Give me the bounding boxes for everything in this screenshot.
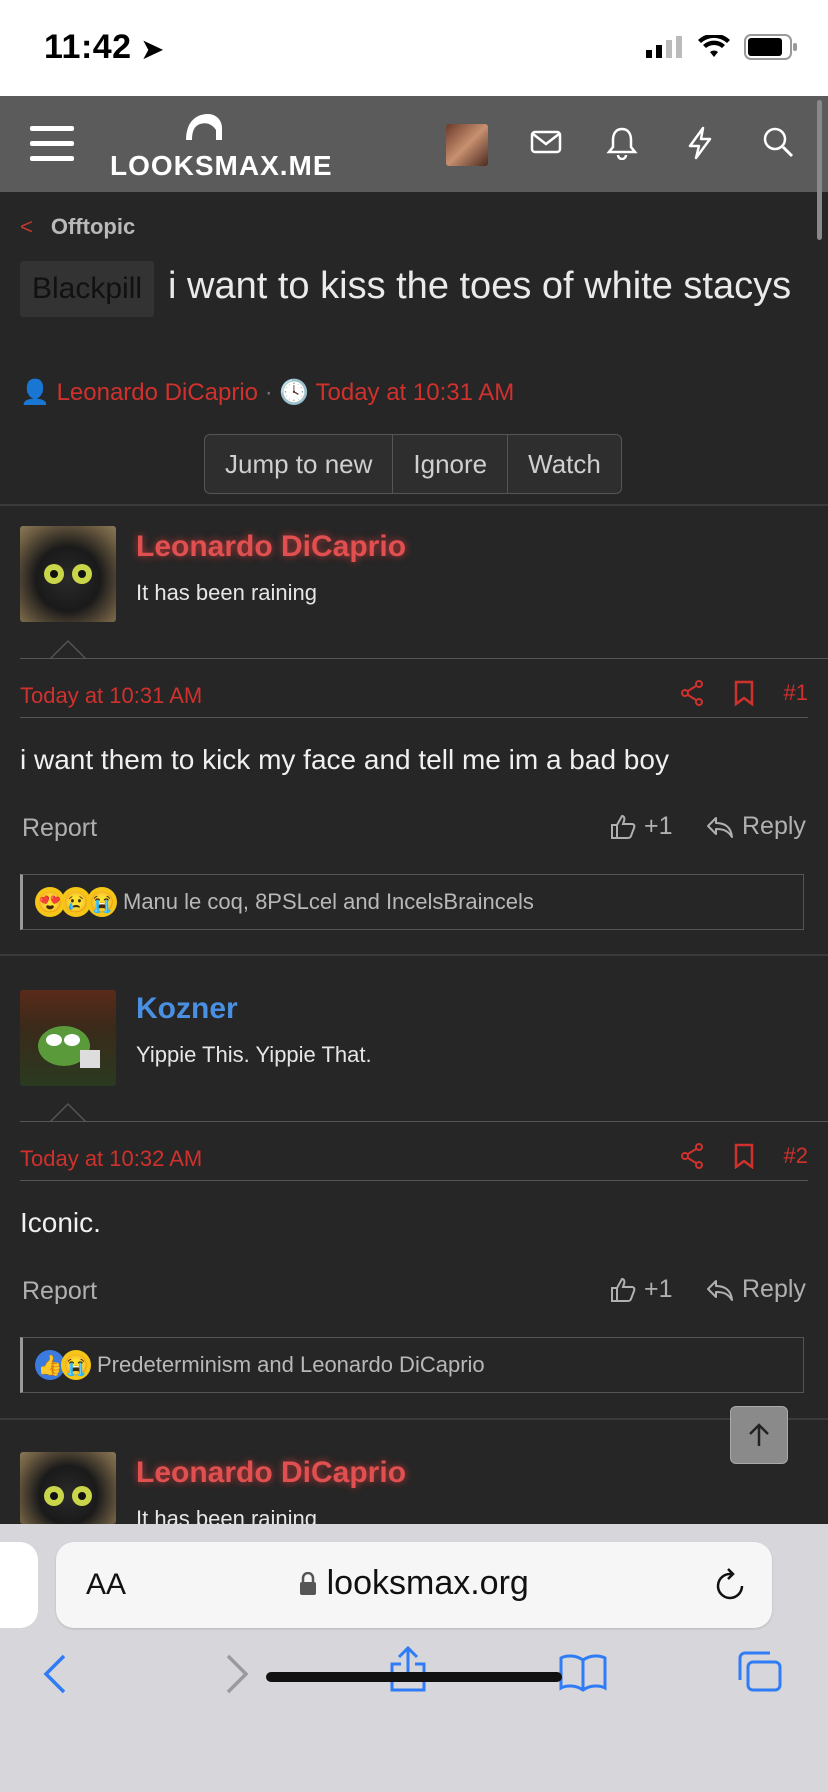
reply-button[interactable]: Reply [706, 1275, 806, 1304]
avatar-toothless[interactable] [20, 1452, 116, 1524]
thumbs-up-icon [611, 814, 636, 839]
thumbs-up-icon [611, 1277, 636, 1302]
reaction-users[interactable]: Predeterminism and Leonardo DiCaprio [97, 1352, 485, 1378]
post-number[interactable]: #1 [784, 680, 808, 706]
post-separator [0, 954, 828, 956]
status-icons [646, 34, 798, 60]
wifi-icon [698, 35, 730, 57]
previous-tab-preview[interactable] [0, 1542, 38, 1628]
post-user-title: It has been raining [136, 580, 318, 605]
share-icon[interactable] [680, 680, 704, 706]
browser-toolbar: AA looksmax.org [0, 1524, 828, 1792]
site-header: LOOKSMAX.ME [0, 96, 828, 192]
home-indicator [266, 1672, 562, 1682]
reply-icon [707, 816, 733, 838]
bookmarks-icon[interactable] [558, 1652, 608, 1692]
post-user-title: Yippie This. Yippie That. [136, 1042, 372, 1067]
ignore-button[interactable]: Ignore [393, 435, 509, 493]
breadcrumb-label: Offtopic [50, 214, 136, 239]
like-count: +1 [644, 1275, 673, 1303]
chevron-left-icon: < [20, 214, 33, 239]
reactions-bar[interactable]: 👍 😭 Predeterminism and Leonardo DiCaprio [20, 1337, 804, 1393]
post-number[interactable]: #2 [784, 1143, 808, 1169]
like-count: +1 [644, 812, 673, 840]
tabs-icon[interactable] [736, 1650, 784, 1694]
thread-prefix[interactable]: Blackpill [20, 261, 155, 317]
reaction-users[interactable]: Manu le coq, 8PSLcel and IncelsBraincels [123, 889, 534, 915]
user-icon: 👤 [20, 379, 50, 406]
post-actions: #2 [680, 1143, 808, 1169]
post-username[interactable]: Leonardo DiCaprio [136, 530, 406, 564]
thread-author[interactable]: Leonardo DiCaprio [57, 379, 258, 406]
meta-separator: · [264, 379, 273, 406]
post-actions: #1 [680, 680, 808, 706]
address-bar[interactable]: AA looksmax.org [56, 1542, 772, 1628]
reload-icon[interactable] [714, 1566, 748, 1602]
status-bar: 11:42 ➤ [0, 0, 828, 97]
like-button[interactable]: +1 [610, 812, 673, 841]
post-body: Iconic. [20, 1207, 101, 1238]
report-link[interactable]: Report [22, 1277, 97, 1306]
arrow-up-icon [749, 1423, 769, 1446]
bookmark-icon[interactable] [734, 1143, 754, 1169]
forward-icon[interactable] [224, 1654, 250, 1694]
search-icon[interactable] [762, 126, 794, 158]
report-link[interactable]: Report [22, 814, 97, 843]
lock-icon [300, 1571, 317, 1595]
reply-label: Reply [742, 1275, 806, 1303]
share-sheet-icon[interactable] [388, 1644, 428, 1694]
share-icon[interactable] [680, 1143, 704, 1169]
user-avatar-thumb[interactable] [446, 124, 488, 166]
location-arrow-icon: ➤ [141, 34, 164, 64]
post-username[interactable]: Kozner [136, 992, 238, 1026]
reactions-bar[interactable]: 😍 😢 😭 Manu le coq, 8PSLcel and IncelsBra… [20, 874, 804, 930]
url-text: looksmax.org [326, 1564, 529, 1602]
bell-icon[interactable] [606, 126, 638, 160]
jump-to-new-button[interactable]: Jump to new [205, 435, 394, 493]
thread-title-text: i want to kiss the toes of white stacys [168, 265, 792, 307]
page-scroll-indicator [817, 100, 822, 240]
breadcrumb[interactable]: < Offtopic [20, 214, 135, 240]
site-logo[interactable]: LOOKSMAX.ME [110, 110, 332, 181]
avatar-toothless[interactable] [20, 526, 116, 622]
clock-icon: 🕓 [279, 379, 310, 406]
post-divider [20, 658, 828, 659]
thread-title: Blackpill i want to kiss the toes of whit… [20, 258, 810, 317]
thread-action-buttons: Jump to new Ignore Watch [204, 434, 622, 494]
url-display[interactable]: looksmax.org [56, 1564, 772, 1603]
post-time[interactable]: Today at 10:31 AM [20, 683, 202, 709]
back-icon[interactable] [42, 1654, 68, 1694]
post-inner-divider [20, 1180, 808, 1181]
thread-meta: 👤 Leonardo DiCaprio · 🕓 Today at 10:31 A… [20, 378, 514, 407]
post-divider [20, 1121, 828, 1122]
like-button[interactable]: +1 [610, 1275, 673, 1304]
post-username[interactable]: Leonardo DiCaprio [136, 1456, 406, 1490]
reply-button[interactable]: Reply [706, 812, 806, 841]
reply-icon [707, 1279, 733, 1301]
post-time[interactable]: Today at 10:32 AM [20, 1146, 202, 1172]
post-pointer [50, 1103, 86, 1121]
crying-laughing-emoji-icon: 😭 [87, 887, 117, 917]
post-pointer [50, 640, 86, 658]
post-body: i want them to kick my face and tell me … [20, 744, 669, 775]
menu-icon[interactable] [30, 126, 74, 162]
post-separator [0, 504, 828, 506]
watch-button[interactable]: Watch [508, 435, 621, 493]
inbox-icon[interactable] [530, 126, 562, 158]
avatar-pepe[interactable] [20, 990, 116, 1086]
reply-label: Reply [742, 812, 806, 840]
status-time: 11:42 ➤ [44, 28, 164, 66]
battery-icon [744, 34, 797, 60]
bookmark-icon[interactable] [734, 680, 754, 706]
lightning-icon[interactable] [686, 126, 714, 160]
logo-text: LOOKSMAX.ME [110, 150, 333, 181]
crying-laughing-emoji-icon: 😭 [61, 1350, 91, 1380]
thread-time[interactable]: Today at 10:31 AM [316, 379, 515, 406]
scroll-to-top-button[interactable] [730, 1406, 788, 1464]
hair-logo-icon [186, 114, 222, 140]
post-inner-divider [20, 717, 808, 718]
post-separator [0, 1418, 828, 1420]
cellular-signal-icon [646, 36, 682, 58]
